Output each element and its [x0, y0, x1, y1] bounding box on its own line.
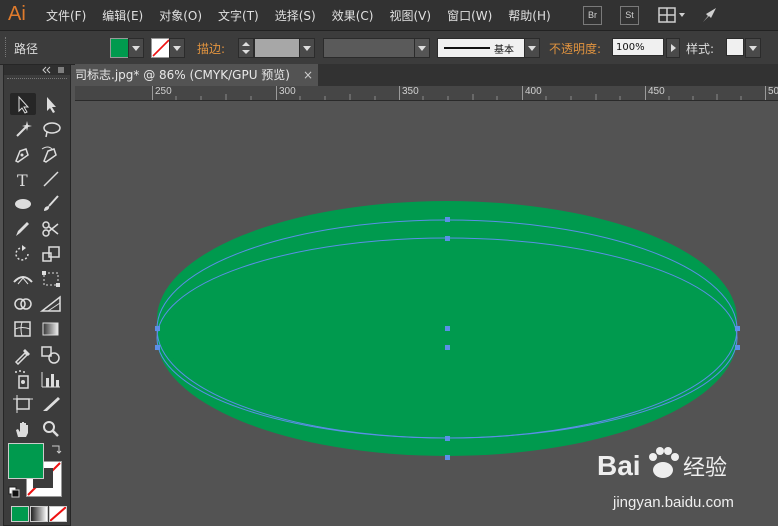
scale-tool-icon[interactable] — [38, 243, 64, 265]
menu-effect[interactable]: 效果(C) — [324, 7, 382, 24]
document-tab-bar: 司标志.jpg* @ 86% (CMYK/GPU 预览) × — [75, 64, 778, 86]
anchor-point[interactable] — [735, 326, 740, 331]
menu-bar: Ai 文件(F) 编辑(E) 对象(O) 文字(T) 选择(S) 效果(C) 视… — [0, 0, 778, 31]
style-label: 样式: — [686, 42, 715, 56]
control-grip[interactable] — [5, 37, 9, 57]
menu-edit[interactable]: 编辑(E) — [94, 7, 151, 24]
opacity-field[interactable]: 100% — [612, 38, 664, 56]
brush-stroke-preview — [444, 47, 490, 49]
anchor-point[interactable] — [445, 236, 450, 241]
pencil-tool-icon[interactable] — [10, 218, 36, 240]
menu-type[interactable]: 文字(T) — [210, 7, 267, 24]
anchor-point[interactable] — [445, 436, 450, 441]
close-tab-icon[interactable]: × — [303, 64, 313, 86]
ruler-minor-ticks — [175, 94, 742, 100]
main-menu: 文件(F) 编辑(E) 对象(O) 文字(T) 选择(S) 效果(C) 视图(V… — [46, 7, 559, 24]
stroke-swatch[interactable] — [151, 38, 171, 58]
brush-style-field[interactable]: 基本 — [437, 38, 525, 58]
fill-swatch[interactable] — [110, 38, 130, 58]
graphic-style-dropdown[interactable] — [745, 38, 761, 58]
scissors-tool-icon[interactable] — [38, 218, 64, 240]
width-tool-icon[interactable] — [10, 268, 36, 290]
paw-icon — [649, 447, 679, 478]
menu-help[interactable]: 帮助(H) — [500, 7, 558, 24]
rocket-icon[interactable] — [700, 6, 720, 27]
eyedropper-tool-icon[interactable] — [10, 343, 36, 365]
curvature-tool-icon[interactable] — [38, 143, 64, 165]
default-fill-stroke-icon[interactable] — [8, 486, 20, 501]
anchor-point[interactable] — [155, 326, 160, 331]
stroke-dropdown[interactable] — [169, 38, 185, 58]
none-mode-button[interactable] — [49, 506, 67, 522]
horizontal-ruler[interactable]: 250 300 350 400 450 500 — [75, 86, 778, 101]
tools-grip[interactable] — [7, 78, 67, 80]
type-tool-icon[interactable]: T — [10, 168, 36, 190]
watermark-brand-a: Bai — [597, 450, 641, 481]
tools-panel: T — [3, 64, 71, 526]
line-segment-tool-icon[interactable] — [38, 168, 64, 190]
stroke-weight-field[interactable] — [254, 38, 300, 58]
stroke-weight-stepper[interactable] — [238, 38, 254, 58]
gradient-tool-icon[interactable] — [38, 318, 64, 340]
column-graph-tool-icon[interactable] — [38, 368, 64, 390]
stroke-weight-dropdown[interactable] — [299, 38, 315, 58]
baidu-watermark: Bai 经验 jingyan.baidu.com — [593, 437, 773, 520]
arrange-documents-icon[interactable] — [658, 6, 688, 27]
menu-view[interactable]: 视图(V) — [381, 7, 439, 24]
menu-object[interactable]: 对象(O) — [151, 7, 210, 24]
artboard-tool-icon[interactable] — [10, 393, 36, 415]
tools-panel-header[interactable] — [4, 65, 70, 75]
svg-text:T: T — [17, 171, 28, 190]
menu-file[interactable]: 文件(F) — [46, 7, 94, 24]
bridge-button[interactable]: Br — [583, 6, 602, 25]
shape-builder-tool-icon[interactable] — [10, 293, 36, 315]
perspective-grid-tool-icon[interactable] — [38, 293, 64, 315]
document-tab[interactable]: 司标志.jpg* @ 86% (CMYK/GPU 预览) × — [75, 64, 318, 86]
swap-fill-stroke-icon[interactable] — [50, 443, 62, 458]
lasso-tool-icon[interactable] — [38, 118, 64, 140]
watermark-brand-b: 经验 — [683, 456, 727, 481]
menu-window[interactable]: 窗口(W) — [439, 7, 500, 24]
color-mode-button[interactable] — [11, 506, 29, 522]
watermark-url: jingyan.baidu.com — [612, 494, 734, 511]
anchor-point[interactable] — [735, 345, 740, 350]
stroke-label[interactable]: 描边: — [197, 40, 225, 57]
menu-select[interactable]: 选择(S) — [267, 7, 324, 24]
paintbrush-tool-icon[interactable] — [38, 193, 64, 215]
fill-dropdown[interactable] — [128, 38, 144, 58]
variable-width-dropdown[interactable] — [414, 38, 430, 58]
fill-color-box[interactable] — [8, 443, 44, 479]
blend-tool-icon[interactable] — [38, 343, 64, 365]
center-point[interactable] — [445, 345, 450, 350]
zoom-tool-icon[interactable] — [38, 418, 64, 440]
app-logo: Ai — [8, 3, 26, 25]
anchor-point[interactable] — [445, 455, 450, 460]
slice-tool-icon[interactable] — [38, 393, 64, 415]
document-tab-title: 司标志.jpg* @ 86% (CMYK/GPU 预览) — [75, 68, 290, 82]
symbol-sprayer-tool-icon[interactable] — [10, 368, 36, 390]
ellipse-tool-icon[interactable] — [10, 193, 36, 215]
center-point[interactable] — [445, 326, 450, 331]
pen-tool-icon[interactable] — [10, 143, 36, 165]
rotate-tool-icon[interactable] — [10, 243, 36, 265]
selection-type-label: 路径 — [14, 42, 39, 56]
graphic-style-swatch[interactable] — [726, 38, 744, 56]
hand-tool-icon[interactable] — [10, 418, 36, 440]
artboard-canvas[interactable]: Bai 经验 jingyan.baidu.com — [75, 101, 778, 526]
anchor-point[interactable] — [155, 345, 160, 350]
anchor-point[interactable] — [445, 217, 450, 222]
opacity-slider-button[interactable] — [666, 38, 680, 58]
free-transform-tool-icon[interactable] — [38, 268, 64, 290]
variable-width-field[interactable] — [323, 38, 428, 58]
gradient-mode-button[interactable] — [30, 506, 48, 522]
direct-selection-tool-icon[interactable] — [38, 93, 64, 115]
stock-button[interactable]: St — [620, 6, 639, 25]
brush-style-dropdown[interactable] — [524, 38, 540, 58]
brush-style-label: 基本 — [494, 45, 514, 56]
magic-wand-tool-icon[interactable] — [10, 118, 36, 140]
control-bar: 路径 描边: 基本 不透明度: 100% 样式: — [0, 31, 778, 65]
selection-tool-icon[interactable] — [10, 93, 36, 115]
mesh-tool-icon[interactable] — [10, 318, 36, 340]
opacity-label[interactable]: 不透明度: — [549, 40, 601, 57]
